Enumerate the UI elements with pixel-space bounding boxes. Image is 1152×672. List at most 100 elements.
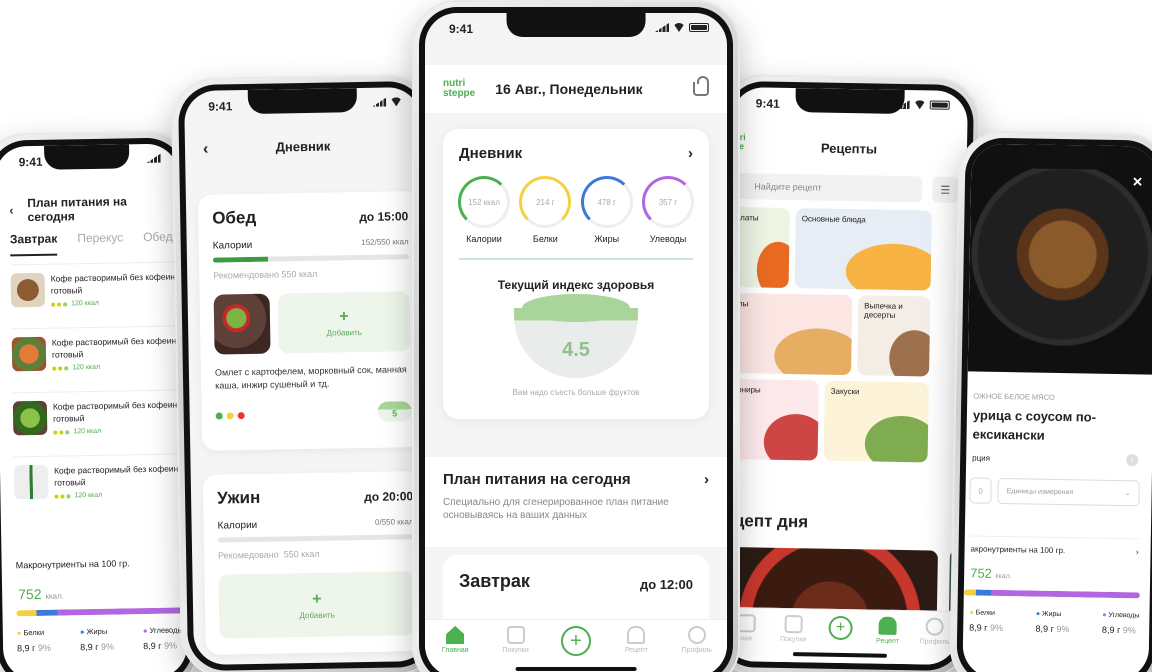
calories-value: 0/550 ккал xyxy=(374,517,414,527)
status-time: 9:41 xyxy=(18,154,43,170)
quality-dots xyxy=(215,411,245,420)
tab-add[interactable]: + xyxy=(554,626,598,656)
diary-card[interactable]: Дневник › 152 ккал Калории 214 г Белки 478 … xyxy=(443,129,709,419)
portion-label: рция xyxy=(972,453,991,463)
meal-name: Ужин xyxy=(216,487,261,508)
food-thumbnail xyxy=(11,336,47,372)
phone-home: 9:41 nutri steppe 16 Авг., Понедельник Дн… xyxy=(412,0,740,672)
health-badge: 5 xyxy=(377,401,412,422)
close-icon[interactable]: ✕ xyxy=(1132,174,1143,190)
recommended-text: Рекомедовано 550 ккал xyxy=(218,548,320,561)
tab-recipes[interactable]: Рецепт xyxy=(614,626,658,654)
add-food-button[interactable]: + Добавить xyxy=(277,291,411,354)
food-thumbnail xyxy=(12,400,48,436)
category-baking[interactable]: Выпечка и десерты xyxy=(857,295,931,377)
recommended-text: Рекомендовано 550 ккал xyxy=(213,268,318,281)
tab-snack[interactable]: Перекус xyxy=(77,230,123,255)
health-note: Вам надо съесть больше фруктов xyxy=(512,388,640,397)
macro-title: Макронутриенты на 100 гр. xyxy=(15,558,130,571)
app-showcase: 9:41 ‹ План питания на сегодня Завтрак П… xyxy=(0,0,1152,672)
macro-fat: ● Жиры 8,9 г 9% xyxy=(79,626,115,653)
back-icon[interactable]: ‹ xyxy=(9,203,13,217)
gauge-carbs: 357 г Улеводы xyxy=(641,176,695,244)
macro-carbs: ● Углеводы 8,9 г 9% xyxy=(142,625,183,652)
cart-icon xyxy=(784,614,803,634)
recipe-category: ОЖНОЕ БЕЛОЕ МЯСО xyxy=(973,391,1055,402)
info-icon[interactable]: i xyxy=(1126,454,1139,467)
app-logo: nutri steppe xyxy=(443,78,476,99)
battery-icon xyxy=(929,100,950,110)
tab-lunch[interactable]: Обед xyxy=(143,230,173,255)
tab-breakfast[interactable]: Завтрак xyxy=(9,231,58,257)
macro-carbs: ● Углеводы 8,9 г 9% xyxy=(1101,611,1140,636)
meal-photo xyxy=(213,293,271,355)
signal-icon xyxy=(372,98,386,107)
item-kcal: 120 ккал xyxy=(71,299,100,308)
health-index-value: 4.5 xyxy=(562,338,590,361)
unit-select[interactable]: Единицы измерения ⌄ xyxy=(997,477,1140,507)
page-title: Рецепты xyxy=(820,140,878,157)
plan-subtitle: Специально для сгенерированное план пита… xyxy=(443,497,669,521)
page-title: План питания на сегодня xyxy=(27,194,128,225)
plus-icon: + xyxy=(312,590,322,608)
plus-icon: + xyxy=(560,626,591,656)
category-soups[interactable]: упы xyxy=(727,292,853,376)
profile-icon xyxy=(925,617,945,636)
basket-icon[interactable] xyxy=(693,76,709,96)
list-item[interactable]: Кофе растворимый без кофеина готовый 120… xyxy=(13,453,185,521)
calories-progress xyxy=(212,254,409,263)
filter-icon[interactable]: ☰ xyxy=(932,176,959,203)
plan-title: План питания на сегодня xyxy=(443,471,631,488)
chevron-right-icon[interactable]: › xyxy=(688,145,693,162)
diary-title: Дневник xyxy=(459,145,523,162)
phone-meal-plan: 9:41 ‹ План питания на сегодня Завтрак П… xyxy=(0,130,201,672)
list-item[interactable]: Кофе растворимый без кофеина готовый 120… xyxy=(10,261,182,329)
wifi-icon xyxy=(390,97,402,106)
cart-icon xyxy=(506,626,525,644)
meal-time: до 20:00 xyxy=(364,489,414,505)
date-title: 16 Авг., Понедельник xyxy=(495,81,643,97)
recipe-title: урица с соусом по-ексикански xyxy=(972,407,1097,443)
calories-progress xyxy=(217,534,414,543)
food-thumbnail xyxy=(13,464,49,500)
meal-plan-section[interactable]: План питания на сегодня › Специально для … xyxy=(425,457,727,547)
category-snacks[interactable]: Закуски xyxy=(823,380,929,463)
food-thumbnail xyxy=(10,272,46,308)
tab-home[interactable]: Главная xyxy=(433,626,477,654)
quantity-field[interactable]: 0 xyxy=(969,477,992,504)
chevron-right-icon[interactable]: › xyxy=(704,471,709,488)
tab-recipes[interactable]: Рецепт xyxy=(865,616,909,645)
health-bowl: 4.5 xyxy=(514,294,638,378)
tab-add[interactable]: + xyxy=(818,615,862,641)
list-item[interactable]: Кофе растворимый без кофеина готовый 120… xyxy=(11,325,183,393)
status-time: 9:41 xyxy=(755,96,780,111)
page-title: Дневник xyxy=(275,138,331,155)
wifi-icon xyxy=(673,23,685,32)
macro-row[interactable]: акронутриенты на 100 гр. › xyxy=(970,535,1139,557)
item-name: Кофе растворимый без кофеина готовый xyxy=(52,399,183,424)
health-index-title: Текущий индекс здоровья xyxy=(497,278,655,292)
kcal-unit: ккал. xyxy=(45,591,65,601)
kcal-unit: ккал. xyxy=(995,572,1012,581)
category-main[interactable]: Основные блюда xyxy=(794,208,932,291)
search-input[interactable]: Найдите рецепт xyxy=(734,173,923,203)
signal-icon xyxy=(655,23,669,32)
calories-value: 152/550 ккал xyxy=(361,237,409,248)
chef-hat-icon xyxy=(878,616,897,635)
list-item[interactable]: Кофе растворимый без кофеина готовый 120… xyxy=(12,389,184,457)
kcal-value: 752 xyxy=(18,585,42,603)
item-kcal: 120 ккал xyxy=(74,491,103,500)
chef-hat-icon xyxy=(627,626,646,644)
back-icon[interactable]: ‹ xyxy=(203,141,209,159)
tab-profile[interactable]: Профиль xyxy=(675,626,719,654)
tab-shopping[interactable]: Покупки xyxy=(494,626,538,654)
item-name: Кофе растворимый без кофеина готовый xyxy=(50,271,180,296)
macro-bar xyxy=(16,607,187,617)
tab-shopping[interactable]: Покупки xyxy=(771,614,815,644)
chevron-right-icon: › xyxy=(1135,547,1139,557)
gauge-fat: 478 г Жиры xyxy=(580,176,634,244)
profile-icon xyxy=(687,626,706,644)
calories-label: Калории xyxy=(217,519,258,532)
add-food-button[interactable]: + Добавить xyxy=(218,571,416,639)
item-kcal: 120 ккал xyxy=(73,427,102,436)
